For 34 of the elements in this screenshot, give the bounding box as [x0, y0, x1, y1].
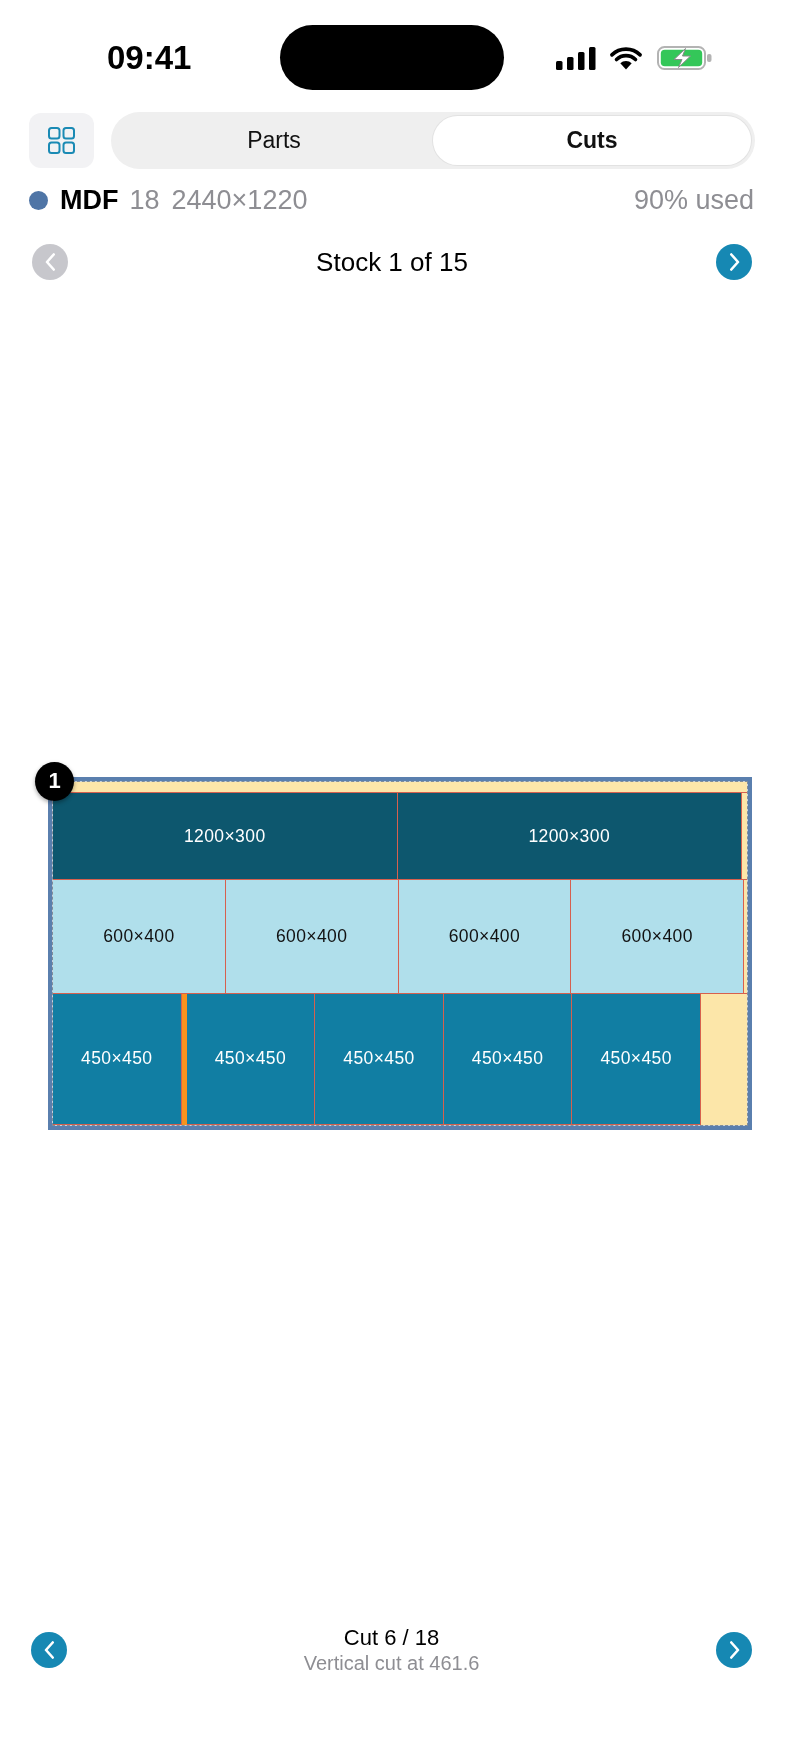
segment-tab[interactable]: Parts — [115, 116, 433, 165]
sheet-part: 450×450 — [572, 993, 701, 1125]
sheet-number-badge: 1 — [35, 761, 74, 801]
chevron-left-icon — [44, 253, 56, 271]
material-name: MDF — [60, 184, 119, 216]
sheet-size: 2440×1220 — [171, 184, 308, 216]
status-time: 09:41 — [107, 37, 192, 78]
chevron-right-icon — [728, 253, 740, 271]
sheet-part: 450×450 — [53, 993, 182, 1125]
next-stock-button[interactable] — [716, 244, 752, 280]
wifi-icon — [609, 45, 644, 70]
usage-label: 90% used — [633, 184, 754, 216]
chevron-right-icon — [728, 1641, 740, 1659]
grid-icon — [48, 127, 75, 154]
chevron-left-icon — [43, 1641, 55, 1659]
previous-cut-button[interactable] — [31, 1632, 67, 1668]
material-thickness: 18 — [129, 184, 160, 216]
next-cut-button[interactable] — [716, 1632, 752, 1668]
stock-label: Stock 1 of 15 — [315, 246, 469, 278]
sheet-part: 1200×300 — [397, 793, 742, 881]
sheet-part: 600×400 — [225, 880, 399, 994]
sheet-part: 1200×300 — [53, 793, 398, 881]
cut-counter: Cut 6 / 18 — [343, 1625, 440, 1651]
sheet-part: 600×400 — [571, 880, 744, 994]
battery-icon — [657, 45, 713, 70]
sheet-part: 600×400 — [398, 880, 572, 994]
cut-description: Vertical cut at 461.6 — [303, 1651, 480, 1675]
sheet-part: 450×450 — [315, 993, 444, 1125]
sheet-part: 450×450 — [443, 993, 573, 1125]
sheet-part: 450×450 — [186, 993, 316, 1125]
grid-button[interactable] — [29, 113, 94, 168]
signal-icon — [556, 45, 597, 70]
sheet-part: 600×400 — [53, 880, 226, 994]
segment-tab[interactable]: Cuts — [433, 116, 751, 165]
